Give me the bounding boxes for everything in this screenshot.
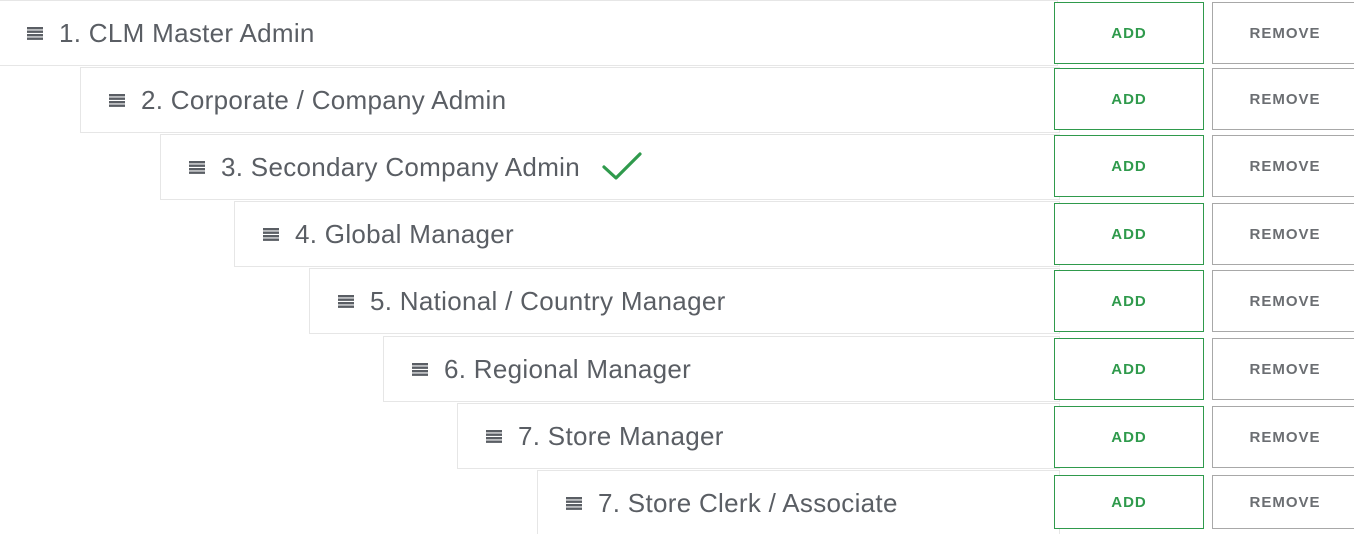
remove-button[interactable]: REMOVE: [1212, 406, 1354, 468]
drag-handle-icon[interactable]: [263, 227, 279, 241]
remove-button[interactable]: REMOVE: [1212, 270, 1354, 332]
drag-handle-icon[interactable]: [27, 26, 43, 40]
role-row: 1. CLM Master Admin: [0, 0, 1058, 66]
add-button[interactable]: ADD: [1054, 203, 1204, 265]
role-row: 2. Corporate / Company Admin: [80, 67, 1060, 133]
role-label: 4. Global Manager: [295, 218, 515, 249]
remove-button[interactable]: REMOVE: [1212, 2, 1354, 64]
add-button[interactable]: ADD: [1054, 406, 1204, 468]
role-label: 3. Secondary Company Admin: [221, 151, 580, 182]
drag-handle-icon[interactable]: [189, 160, 205, 174]
remove-button[interactable]: REMOVE: [1212, 68, 1354, 130]
add-button[interactable]: ADD: [1054, 475, 1204, 529]
role-label: 7. Store Manager: [518, 420, 724, 451]
role-row: 7. Store Manager: [457, 403, 1060, 469]
add-button[interactable]: ADD: [1054, 2, 1204, 64]
remove-button[interactable]: REMOVE: [1212, 135, 1354, 197]
role-label: 1. CLM Master Admin: [59, 17, 315, 48]
remove-button[interactable]: REMOVE: [1212, 203, 1354, 265]
remove-button[interactable]: REMOVE: [1212, 475, 1354, 529]
role-hierarchy-list: 1. CLM Master Admin ADD REMOVE 2. Corpor…: [0, 0, 1354, 534]
drag-handle-icon[interactable]: [566, 496, 582, 510]
role-row: 6. Regional Manager: [383, 336, 1060, 402]
role-row: 4. Global Manager: [234, 201, 1060, 267]
checkmark-icon: [602, 152, 642, 182]
role-row: 5. National / Country Manager: [309, 268, 1060, 334]
drag-handle-icon[interactable]: [486, 429, 502, 443]
add-button[interactable]: ADD: [1054, 135, 1204, 197]
add-button[interactable]: ADD: [1054, 338, 1204, 400]
role-label: 6. Regional Manager: [444, 353, 692, 384]
role-label: 5. National / Country Manager: [370, 285, 726, 316]
drag-handle-icon[interactable]: [109, 93, 125, 107]
drag-handle-icon[interactable]: [338, 294, 354, 308]
role-row: 7. Store Clerk / Associate: [537, 470, 1060, 534]
role-label: 2. Corporate / Company Admin: [141, 84, 507, 115]
add-button[interactable]: ADD: [1054, 68, 1204, 130]
drag-handle-icon[interactable]: [412, 362, 428, 376]
role-row: 3. Secondary Company Admin: [160, 134, 1060, 200]
add-button[interactable]: ADD: [1054, 270, 1204, 332]
remove-button[interactable]: REMOVE: [1212, 338, 1354, 400]
role-label: 7. Store Clerk / Associate: [598, 487, 898, 518]
